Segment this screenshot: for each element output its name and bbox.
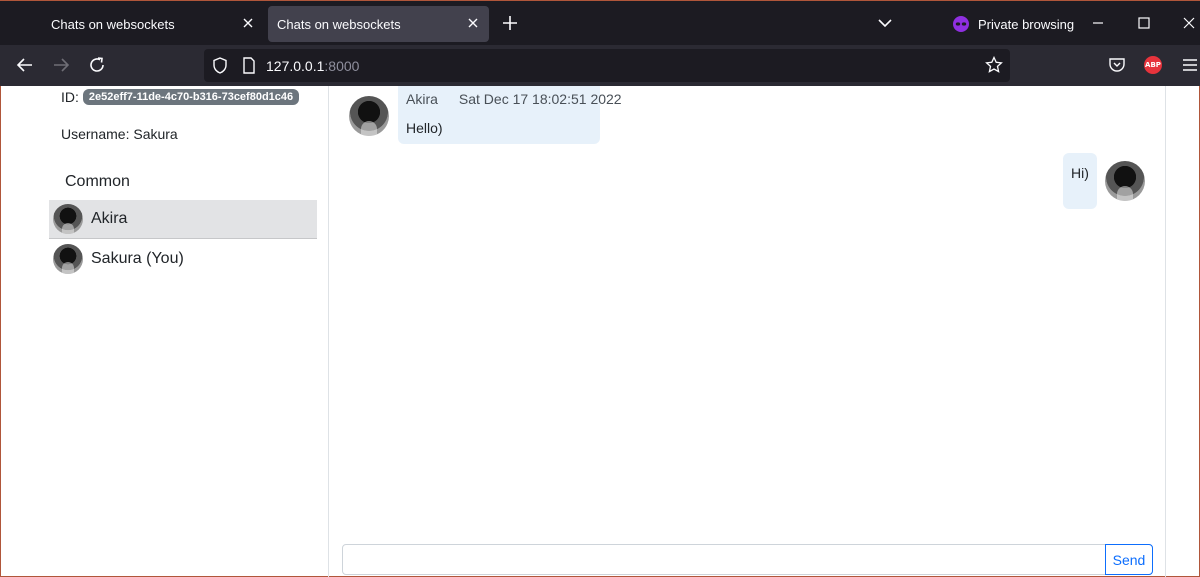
avatar xyxy=(1105,161,1145,201)
forward-arrow-icon[interactable] xyxy=(51,55,71,75)
reload-icon[interactable] xyxy=(87,55,107,75)
page-content: ID: 2e52eff7-11de-4c70-b316-73cef80d1c46… xyxy=(0,86,1200,577)
window-close-icon[interactable] xyxy=(1180,14,1198,32)
private-mask-icon xyxy=(953,16,969,32)
avatar xyxy=(349,96,389,136)
message-meta: Akira Sat Dec 17 18:02:51 2022 xyxy=(406,91,622,107)
private-browsing-indicator: Private browsing xyxy=(952,15,1074,33)
chat-panel: Akira Sat Dec 17 18:02:51 2022 Hello) Hi)… xyxy=(330,86,1166,577)
avatar xyxy=(53,204,83,234)
user-list: Akira Sakura (You) xyxy=(49,200,317,278)
new-tab-icon[interactable] xyxy=(500,13,520,33)
username-text: Username: Sakura xyxy=(61,126,178,142)
message-text: Hi) xyxy=(1071,165,1089,181)
browser-tab-active[interactable]: Chats on websockets xyxy=(268,6,489,42)
tab-bar: Chats on websockets Chats on websockets … xyxy=(0,0,1200,45)
maximize-icon[interactable] xyxy=(1135,14,1153,32)
adblock-plus-icon[interactable]: ABP xyxy=(1144,56,1162,74)
url-port: :8000 xyxy=(324,58,360,74)
message-bubble: Akira Sat Dec 17 18:02:51 2022 Hello) xyxy=(398,86,622,144)
chat-group-title: Common xyxy=(65,173,130,190)
menu-icon[interactable] xyxy=(1180,55,1200,75)
user-list-item[interactable]: Sakura (You) xyxy=(49,239,317,278)
message-composer: Send xyxy=(342,544,1153,575)
minimize-icon[interactable] xyxy=(1089,14,1107,32)
message-bubble: Hi) xyxy=(1063,153,1097,209)
message-time: Sat Dec 17 18:02:51 2022 xyxy=(458,91,622,107)
browser-tab[interactable]: Chats on websockets xyxy=(42,6,264,42)
shield-icon[interactable] xyxy=(212,57,228,74)
message-input[interactable] xyxy=(343,545,1105,574)
back-arrow-icon[interactable] xyxy=(15,55,35,75)
url-host: 127.0.0.1 xyxy=(266,58,325,74)
user-name: Akira xyxy=(91,210,128,227)
avatar xyxy=(53,243,83,274)
id-label: ID: xyxy=(61,89,79,105)
tab-title: Chats on websockets xyxy=(277,17,401,32)
bookmark-star-icon[interactable] xyxy=(985,56,1003,74)
user-id-line: ID: 2e52eff7-11de-4c70-b316-73cef80d1c46 xyxy=(61,89,300,105)
message-author: Akira xyxy=(406,91,438,107)
url-bar[interactable]: 127.0.0.1:8000 xyxy=(204,49,1010,82)
close-icon[interactable] xyxy=(241,16,255,30)
url-text[interactable]: 127.0.0.1:8000 xyxy=(266,58,359,74)
sidebar: ID: 2e52eff7-11de-4c70-b316-73cef80d1c46… xyxy=(1,86,329,577)
pocket-icon[interactable] xyxy=(1107,55,1127,75)
chevron-down-icon[interactable] xyxy=(876,15,894,31)
message-text: Hello) xyxy=(406,120,443,136)
navigation-toolbar: 127.0.0.1:8000 ABP xyxy=(0,45,1200,86)
user-id-badge: 2e52eff7-11de-4c70-b316-73cef80d1c46 xyxy=(82,89,300,105)
page-info-icon[interactable] xyxy=(242,57,256,74)
private-label: Private browsing xyxy=(978,16,1075,32)
user-name: Sakura (You) xyxy=(91,249,184,267)
send-button[interactable]: Send xyxy=(1105,544,1153,575)
close-icon[interactable] xyxy=(466,16,480,30)
tab-title: Chats on websockets xyxy=(51,17,175,32)
user-list-item[interactable]: Akira xyxy=(49,200,317,239)
